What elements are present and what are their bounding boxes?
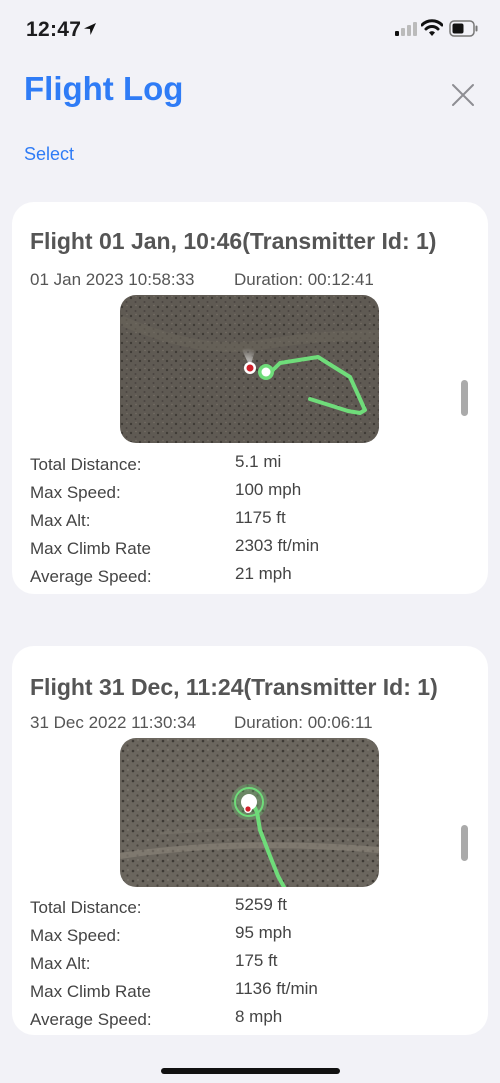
stat-label: Total Distance: — [30, 455, 142, 474]
stat-value: 8 mph — [235, 1007, 283, 1026]
select-button[interactable]: Select — [24, 144, 74, 165]
stat-value: 95 mph — [235, 923, 292, 942]
stat-row: Max Alt: 175 ft — [30, 951, 470, 979]
stat-value: 1175 ft — [235, 508, 286, 527]
status-bar: 12:47 — [0, 0, 500, 60]
status-time: 12:47 — [26, 18, 82, 41]
stat-label: Max Alt: — [30, 954, 91, 973]
flight-card[interactable]: Flight 31 Dec, 11:24(Transmitter Id: 1) … — [12, 646, 488, 1035]
stat-label: Max Alt: — [30, 511, 91, 530]
stat-label: Max Speed: — [30, 483, 121, 502]
stat-value: 100 mph — [235, 480, 302, 499]
stat-label: Max Climb Rate — [30, 539, 151, 558]
stat-row: Max Climb Rate 2303 ft/min — [30, 536, 470, 564]
flight-stats: Total Distance: 5259 ft Max Speed: 95 mp… — [30, 895, 470, 1035]
flight-date: 31 Dec 2022 11:30:34 — [30, 713, 197, 732]
scroll-indicator[interactable] — [461, 825, 468, 861]
location-arrow-icon — [84, 23, 96, 35]
stat-value: 2303 ft/min — [235, 536, 320, 555]
stat-value: 175 ft — [235, 951, 278, 970]
stat-label: Total Distance: — [30, 898, 142, 917]
close-icon[interactable] — [446, 78, 480, 112]
flight-date: 01 Jan 2023 10:58:33 — [30, 270, 195, 289]
stat-label: Average Speed: — [30, 567, 152, 586]
stat-value: 5.1 mi — [235, 452, 282, 471]
stat-value: 5259 ft — [235, 895, 287, 914]
home-indicator[interactable] — [161, 1068, 340, 1074]
flight-duration: Duration: 00:12:41 — [234, 270, 374, 289]
flight-title: Flight 31 Dec, 11:24(Transmitter Id: 1) — [30, 674, 438, 700]
page-title: Flight Log — [24, 70, 184, 107]
stat-row: Max Alt: 1175 ft — [30, 508, 470, 536]
flight-stats: Total Distance: 5.1 mi Max Speed: 100 mp… — [30, 452, 470, 592]
stat-value: 21 mph — [235, 564, 292, 583]
stat-row: Max Climb Rate 1136 ft/min — [30, 979, 470, 1007]
stat-label: Max Climb Rate — [30, 982, 151, 1001]
flight-map-thumbnail[interactable] — [120, 295, 379, 443]
stat-row: Max Speed: 95 mph — [30, 923, 470, 951]
cellular-signal-icon — [395, 22, 417, 36]
scroll-indicator[interactable] — [461, 380, 468, 416]
stat-value: 1136 ft/min — [235, 979, 318, 998]
flight-title: Flight 01 Jan, 10:46(Transmitter Id: 1) — [30, 228, 437, 254]
stat-row: Total Distance: 5.1 mi — [30, 452, 470, 480]
stat-label: Max Speed: — [30, 926, 121, 945]
stat-row: Total Distance: 5259 ft — [30, 895, 470, 923]
battery-icon — [449, 20, 478, 37]
stat-label: Average Speed: — [30, 1010, 152, 1029]
stat-row: Average Speed: 21 mph — [30, 564, 470, 592]
stat-row: Average Speed: 8 mph — [30, 1007, 470, 1035]
flight-map-thumbnail[interactable] — [120, 738, 379, 887]
flight-duration: Duration: 00:06:11 — [234, 713, 373, 732]
flight-card[interactable]: Flight 01 Jan, 10:46(Transmitter Id: 1) … — [12, 202, 488, 594]
stat-row: Max Speed: 100 mph — [30, 480, 470, 508]
wifi-icon — [421, 19, 443, 36]
